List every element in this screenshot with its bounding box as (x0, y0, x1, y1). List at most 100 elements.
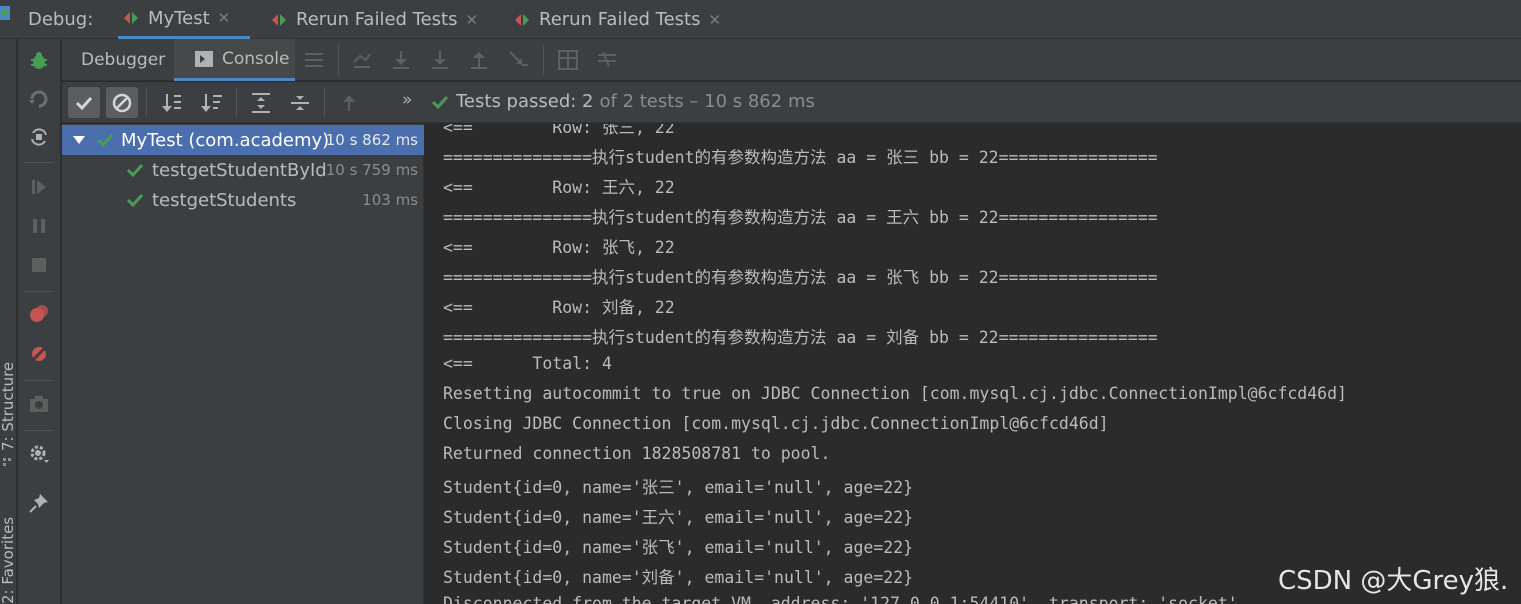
tab-mytest[interactable]: MyTest ✕ (118, 0, 250, 39)
check-icon (75, 96, 93, 110)
show-execution-point-icon[interactable] (350, 48, 374, 72)
console-line: Disconnected from the target VM, address… (443, 594, 1238, 604)
pause-button[interactable] (27, 214, 51, 238)
tab-label: Rerun Failed Tests (539, 9, 701, 30)
rerun-debug-button[interactable] (27, 49, 51, 73)
bug-icon (31, 52, 47, 69)
tab-label: Rerun Failed Tests (296, 9, 458, 30)
console-line: Student{id=0, name='刘备', email='null', a… (443, 568, 914, 587)
tab-rerun-failed-tests-2[interactable]: Rerun Failed Tests ✕ (513, 0, 725, 39)
view-breakpoints-button[interactable] (27, 302, 51, 326)
console-line: Student{id=0, name='张飞', email='null', a… (443, 538, 914, 557)
tree-item-testgetstudentbyid[interactable]: testgetStudentById 10 s 759 ms (62, 155, 424, 185)
console-line: <== Row: 张三, 22 (443, 124, 675, 137)
structure-tool-button[interactable]: 7: Structure (0, 362, 17, 451)
gear-icon (30, 445, 49, 463)
console-line: <== Total: 4 (443, 354, 612, 373)
tree-item-label: MyTest (com.academy) (121, 129, 330, 151)
step-over-icon[interactable] (389, 48, 413, 72)
tree-item-duration: 10 s 862 ms (325, 131, 418, 149)
expand-all-button[interactable] (245, 87, 277, 118)
show-ignored-toggle[interactable] (106, 87, 138, 118)
tree-item-testgetstudents[interactable]: testgetStudents 103 ms (62, 185, 424, 215)
console-line: <== Row: 刘备, 22 (443, 298, 675, 317)
console-line: Student{id=0, name='张三', email='null', a… (443, 478, 914, 497)
step-out-icon[interactable] (467, 48, 491, 72)
previous-failed-test-button[interactable] (333, 87, 365, 118)
junit-config-icon (124, 12, 138, 24)
tab-rerun-failed-tests-1[interactable]: Rerun Failed Tests ✕ (270, 0, 482, 39)
debugger-console-tabs: Debugger Console (62, 39, 1521, 81)
step-into-icon[interactable] (428, 48, 452, 72)
settings-button[interactable] (27, 442, 51, 466)
junit-config-icon (272, 13, 286, 26)
sort-alphabetically-button[interactable] (157, 87, 189, 118)
console-line: ===============执行student的有参数构造方法 aa = 刘备… (443, 328, 1158, 347)
resume-button[interactable] (27, 175, 51, 199)
structure-icon (3, 458, 11, 466)
test-status: Tests passed: 2 of 2 tests – 10 s 862 ms (430, 91, 815, 112)
separator (24, 291, 54, 292)
console-line: <== Row: 张飞, 22 (443, 238, 675, 257)
separator (338, 45, 339, 75)
close-icon[interactable]: ✕ (466, 11, 479, 29)
rerun-failed-button[interactable] (27, 87, 51, 111)
stop-button[interactable] (27, 253, 51, 277)
evaluate-expression-icon[interactable] (556, 48, 580, 72)
auto-rerun-icon (31, 128, 47, 146)
tab-debugger-label: Debugger (81, 50, 166, 70)
toggle-auto-test-button[interactable] (27, 125, 51, 149)
expand-all-icon (252, 92, 270, 113)
menu-icon[interactable] (302, 48, 326, 72)
separator (24, 162, 54, 163)
mute-breakpoints-icon (29, 344, 49, 364)
console-line: Returned connection 1828508781 to pool. (443, 444, 831, 463)
sort-by-duration-button[interactable] (196, 87, 228, 118)
check-icon (126, 193, 144, 208)
check-icon (431, 95, 449, 109)
debug-tool-icon (0, 6, 10, 20)
get-thread-dump-button[interactable] (27, 392, 51, 416)
tree-item-label: testgetStudentById (152, 159, 327, 181)
collapse-all-button[interactable] (284, 87, 316, 118)
console-line: Resetting autocommit to true on JDBC Con… (443, 384, 1347, 403)
tab-console-label: Console (222, 48, 290, 69)
console-line: <== Row: 王六, 22 (443, 178, 675, 197)
console-line: ===============执行student的有参数构造方法 aa = 张飞… (443, 268, 1158, 287)
tests-detail-text: of 2 tests – 10 s 862 ms (599, 91, 815, 112)
trace-current-stream-icon[interactable] (595, 48, 619, 72)
run-to-cursor-icon[interactable] (506, 48, 530, 72)
tree-item-label: testgetStudents (152, 189, 297, 211)
pin-tab-button[interactable] (27, 491, 51, 515)
ignored-icon (112, 93, 132, 112)
junit-config-icon (515, 13, 529, 26)
tab-debugger[interactable]: Debugger (66, 39, 172, 81)
console-line: Student{id=0, name='王六', email='null', a… (443, 508, 914, 527)
separator (24, 430, 54, 431)
show-passed-toggle[interactable] (68, 87, 100, 118)
tab-console[interactable]: Console (174, 39, 295, 81)
console-output[interactable]: <== Row: 张三, 22 ===============执行student… (425, 124, 1521, 604)
favorites-tool-button[interactable]: 2: Favorites (0, 517, 17, 604)
debug-tab-bar: Debug: MyTest ✕ Rerun Failed Tests ✕ Rer… (0, 0, 1521, 39)
tab-label: MyTest (148, 7, 210, 29)
test-tree: MyTest (com.academy) 10 s 862 ms testget… (62, 124, 424, 604)
separator (543, 45, 544, 75)
console-line: ===============执行student的有参数构造方法 aa = 张三… (443, 148, 1158, 167)
pin-icon (29, 494, 48, 513)
tree-item-duration: 10 s 759 ms (325, 161, 418, 179)
close-icon[interactable]: ✕ (709, 11, 722, 29)
rerun-failed-icon (29, 90, 48, 108)
breakpoints-icon (30, 305, 48, 322)
tree-item-duration: 103 ms (362, 191, 418, 209)
sort-alpha-icon (162, 93, 181, 112)
mute-breakpoints-button[interactable] (27, 342, 51, 366)
resume-icon (32, 180, 46, 194)
separator (324, 88, 325, 117)
more-actions-button[interactable]: » (402, 90, 412, 110)
console-icon (195, 50, 213, 67)
check-icon (96, 133, 114, 148)
close-icon[interactable]: ✕ (218, 9, 231, 27)
tree-root-mytest[interactable]: MyTest (com.academy) 10 s 862 ms (62, 125, 424, 155)
chevron-down-icon (73, 136, 85, 144)
